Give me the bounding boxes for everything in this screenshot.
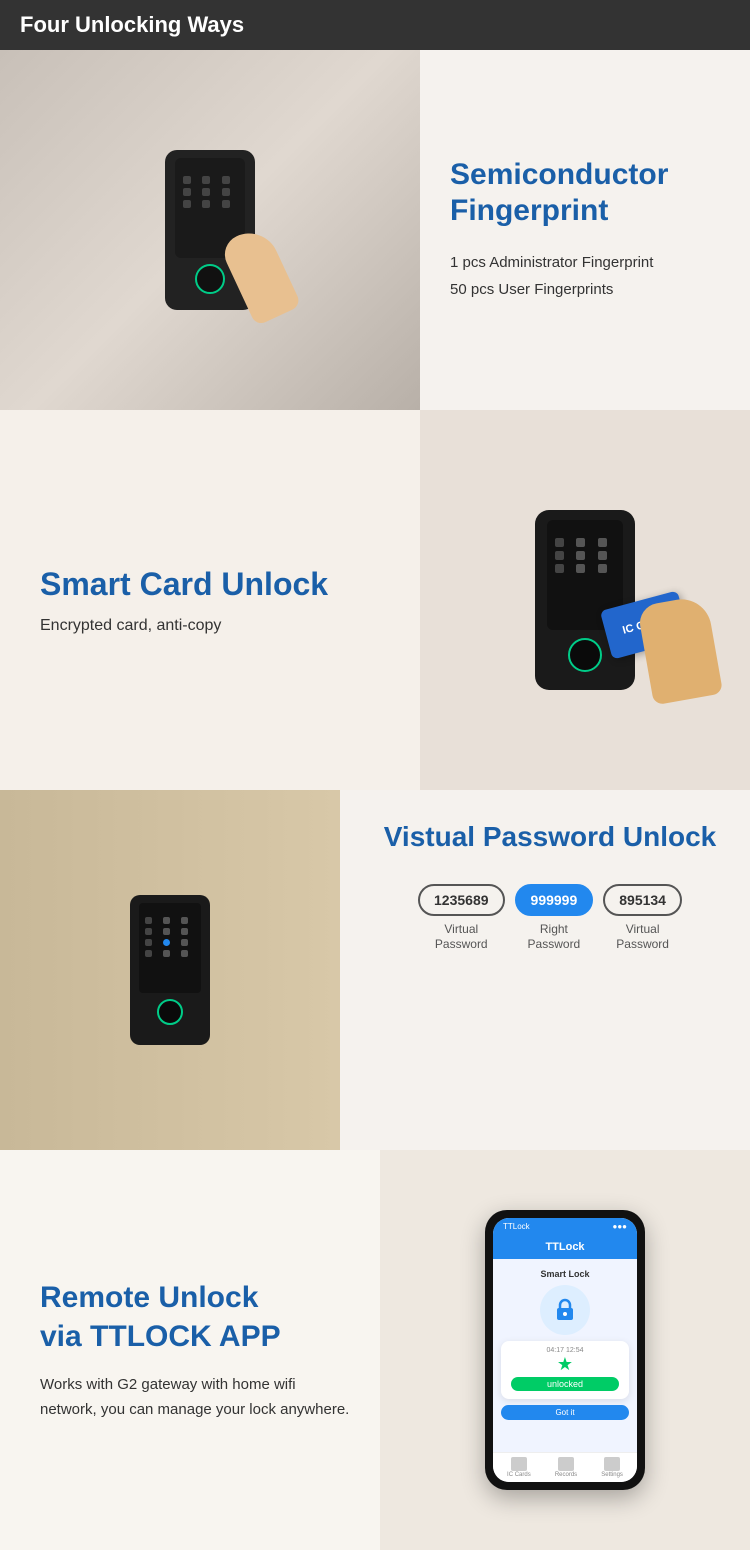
badge-label-virtual2: VirtualPassword [616,922,669,953]
password-badges: 1235689 VirtualPassword 999999 RightPass… [370,884,730,953]
password-title: Vistual Password Unlock [370,820,730,854]
phone-got-it-button[interactable]: Got it [501,1405,629,1420]
card-scene: IC CARD [535,510,635,690]
phone-statusbar: TTLock ●●● [493,1218,637,1235]
badge-label-virtual1: VirtualPassword [435,922,488,953]
remote-description: Works with G2 gateway with home wifi net… [40,1372,350,1423]
ic-cards-icon [511,1457,527,1471]
section-smartcard: Smart Card Unlock Encrypted card, anti-c… [0,410,750,790]
phone-app-name: TTLock [545,1241,584,1253]
badge-right: 999999 [515,884,594,916]
remote-text: Remote Unlockvia TTLOCK APP Works with G… [0,1150,380,1550]
fingerprint-image [0,50,420,410]
fingerprint-line2: 50 pcs User Fingerprints [450,276,720,303]
badge-virtual1: 1235689 [418,884,505,916]
badge-label-right: RightPassword [528,922,581,953]
phone-unlock-time: 04:17 12:54 [511,1347,619,1354]
phone-content: Smart Lock 04:17 12:54 ★ unlocked [493,1259,637,1452]
fingerprint-line1: 1 pcs Administrator Fingerprint [450,249,720,276]
phone-screen: TTLock ●●● TTLock Smart Lock [493,1218,637,1482]
phone-lock-icon [540,1285,590,1335]
page-header: Four Unlocking Ways [0,0,750,50]
phone-lock-title: Smart Lock [540,1269,589,1279]
phone-star-icon: ★ [511,1354,619,1375]
password-image [0,790,340,1150]
settings-icon [604,1457,620,1471]
badge-item-virtual1: 1235689 VirtualPassword [418,884,505,953]
lock-fp-b [568,638,602,672]
phone-nav-label-2: Records [555,1472,577,1478]
section-fingerprint: Semiconductor Fingerprint 1 pcs Administ… [0,50,750,410]
badge-item-virtual2: 895134 VirtualPassword [603,884,682,953]
phone-mockup: TTLock ●●● TTLock Smart Lock [485,1210,645,1490]
fingerprint-title: Semiconductor Fingerprint [450,157,720,229]
phone-app-header: TTLock [493,1235,637,1259]
smartcard-image: IC CARD [420,410,750,790]
phone-nav-label-3: Settings [601,1472,623,1478]
section-password: Vistual Password Unlock 1235689 VirtualP… [0,790,750,1150]
phone-nav-settings[interactable]: Settings [601,1457,623,1478]
badge-item-right: 999999 RightPassword [515,884,594,953]
password-text: Vistual Password Unlock 1235689 VirtualP… [340,790,750,1150]
phone-nav-records[interactable]: Records [555,1457,577,1478]
section-remote: Remote Unlockvia TTLOCK APP Works with G… [0,1150,750,1550]
smartcard-text: Smart Card Unlock Encrypted card, anti-c… [0,410,420,790]
phone-nav-ic-cards[interactable]: IC Cards [507,1457,531,1478]
smartcard-title: Smart Card Unlock [40,566,380,603]
fingerprint-text: Semiconductor Fingerprint 1 pcs Administ… [420,50,750,410]
remote-image: TTLock ●●● TTLock Smart Lock [380,1150,750,1550]
remote-title: Remote Unlockvia TTLOCK APP [40,1278,350,1356]
badge-virtual2: 895134 [603,884,682,916]
hand-holding [637,595,723,706]
smartcard-subtitle: Encrypted card, anti-copy [40,617,380,635]
lock-pw-fp [157,999,183,1025]
lock-device-black: IC CARD [535,510,635,690]
fingerprint-sensor [195,264,225,294]
records-icon [558,1457,574,1471]
lock-pw-screen [139,903,201,993]
phone-nav-label-1: IC Cards [507,1472,531,1478]
phone-status-badge: unlocked [511,1377,619,1391]
lock-pw-device [130,895,210,1045]
page-title: Four Unlocking Ways [20,12,244,38]
phone-nav: IC Cards Records Settings [493,1452,637,1482]
phone-unlock-card: 04:17 12:54 ★ unlocked [501,1341,629,1399]
